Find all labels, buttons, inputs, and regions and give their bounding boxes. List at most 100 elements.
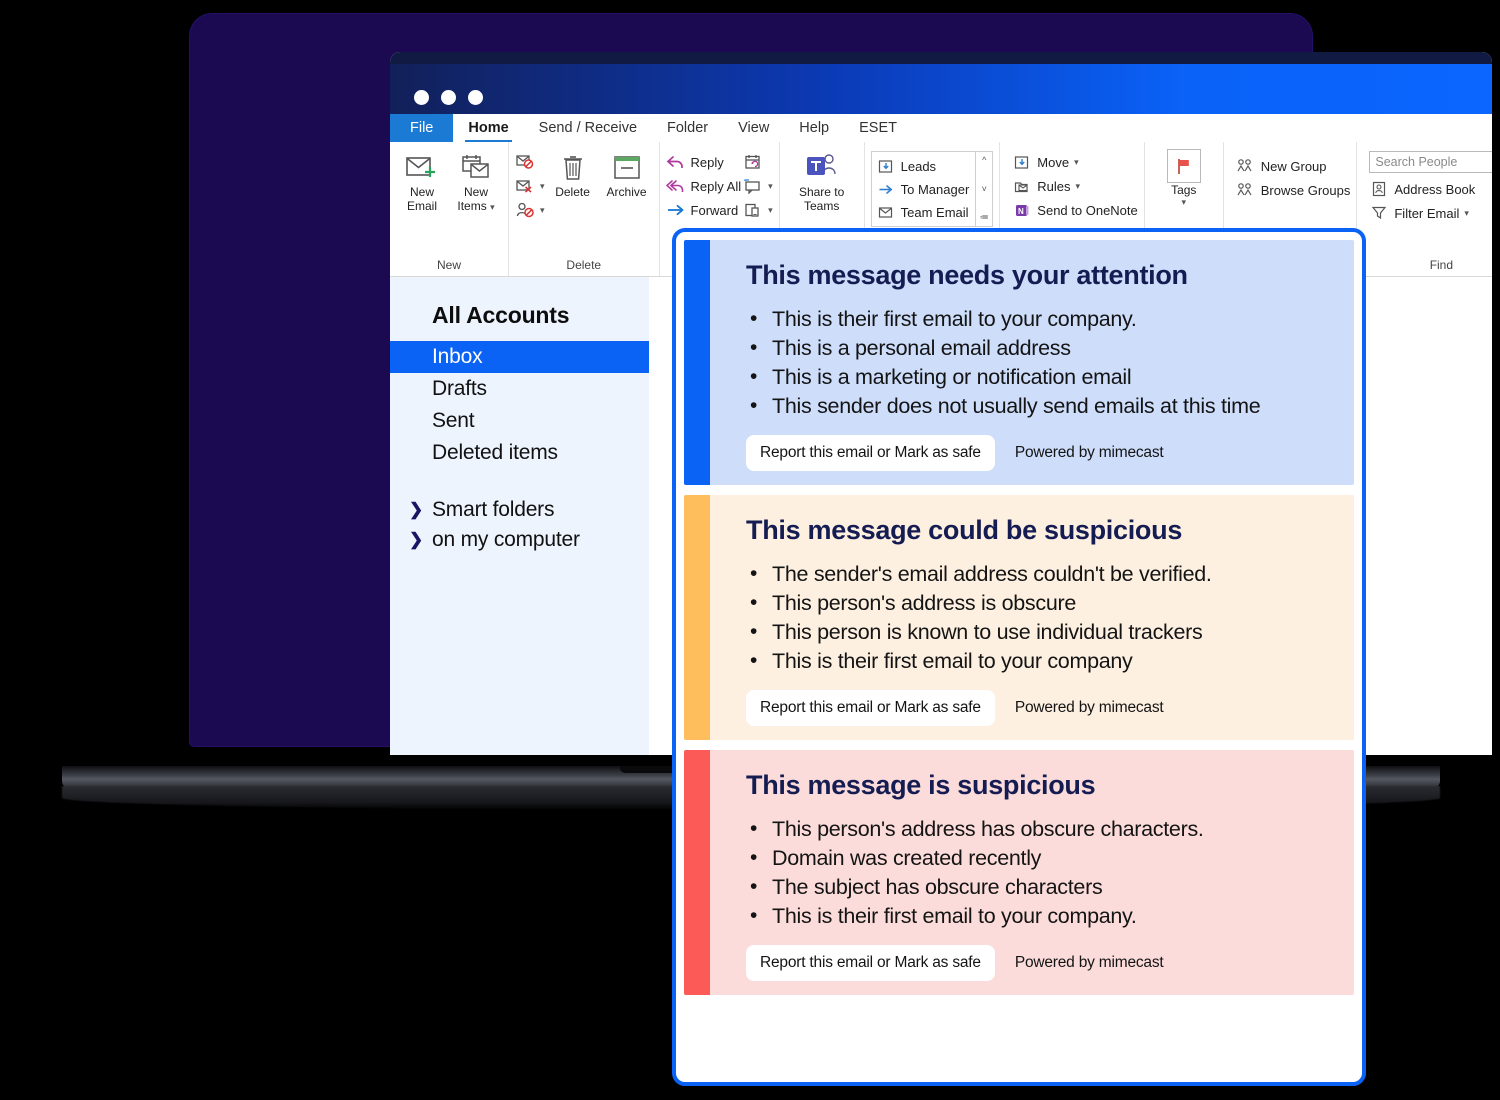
- new-email-icon: [405, 151, 439, 185]
- search-people-input[interactable]: Search People: [1369, 151, 1492, 173]
- sidebar-item-smart-folders[interactable]: ❯ Smart folders: [390, 495, 649, 525]
- chevron-right-icon[interactable]: ❯: [408, 530, 424, 550]
- report-or-mark-safe-button[interactable]: Report this email or Mark as safe: [746, 690, 995, 726]
- delete-label: Delete: [555, 185, 590, 199]
- reply-all-label: Reply All: [690, 178, 742, 194]
- alert-accent-bar: [684, 495, 710, 740]
- alert-card-footer: Report this email or Mark as safe Powere…: [746, 945, 1332, 981]
- clean-up-caret-icon[interactable]: ▾: [540, 181, 545, 192]
- scroll-up-icon[interactable]: ^: [982, 155, 986, 165]
- quick-steps-scrollbar[interactable]: ^ ˅ ≔: [975, 152, 992, 226]
- trash-icon: [560, 151, 586, 185]
- close-button[interactable]: [414, 90, 429, 105]
- list-item: This person is known to use individual t…: [746, 617, 1332, 647]
- send-to-onenote-button[interactable]: N Send to OneNote: [1012, 199, 1138, 221]
- more-respond-caret-icon[interactable]: ▾: [768, 205, 773, 216]
- minimize-button[interactable]: [441, 90, 456, 105]
- clean-up-icon: [515, 178, 535, 194]
- alert-reason-list: This person's address has obscure charac…: [746, 814, 1332, 931]
- chevron-right-icon[interactable]: ❯: [408, 500, 424, 520]
- reply-arrow-icon: [666, 154, 686, 170]
- ribbon-group-new: New Email New Items ▾ New: [390, 142, 509, 276]
- list-item: This is their first email to your compan…: [746, 646, 1332, 676]
- sidebar-item-inbox[interactable]: Inbox: [390, 341, 649, 373]
- share-to-teams-label-1: Share to: [798, 185, 845, 199]
- reply-with-im-button[interactable]: ▾: [743, 175, 773, 197]
- new-group-button[interactable]: New Group: [1236, 155, 1351, 177]
- ribbon-group-delete: ▾ ▾ Delete Archive Delete: [509, 142, 660, 276]
- scroll-down-icon[interactable]: ˅: [982, 184, 987, 194]
- flag-icon: [1166, 149, 1201, 183]
- sidebar-item-sent[interactable]: Sent: [390, 405, 649, 437]
- delete-button[interactable]: Delete: [547, 149, 599, 199]
- share-to-teams-button[interactable]: Share to Teams: [787, 149, 857, 213]
- junk-icon: [515, 202, 535, 218]
- alert-card-footer: Report this email or Mark as safe Powere…: [746, 435, 1332, 471]
- tags-caret-icon[interactable]: ▾: [1182, 197, 1187, 208]
- tags-button[interactable]: Tags ▾: [1155, 149, 1213, 208]
- quick-step-team-email[interactable]: Team Email: [876, 201, 970, 223]
- ribbon-group-find-label: Find: [1429, 258, 1454, 272]
- new-items-button[interactable]: New Items ▾: [450, 149, 502, 214]
- filter-email-caret-icon[interactable]: ▾: [1464, 208, 1469, 219]
- scroll-more-icon[interactable]: ≔: [980, 212, 989, 223]
- junk-button[interactable]: ▾: [515, 199, 545, 221]
- maximize-button[interactable]: [468, 90, 483, 105]
- report-or-mark-safe-button[interactable]: Report this email or Mark as safe: [746, 435, 995, 471]
- tags-label: Tags: [1171, 183, 1197, 197]
- rules-caret-icon[interactable]: ▾: [1076, 181, 1081, 192]
- meeting-button[interactable]: [743, 151, 773, 173]
- send-to-onenote-label: Send to OneNote: [1037, 202, 1138, 218]
- reply-all-button[interactable]: Reply All: [666, 175, 742, 197]
- alert-card-title: This message needs your attention: [746, 260, 1188, 290]
- ignore-button[interactable]: [515, 151, 545, 173]
- new-email-button[interactable]: New Email: [396, 149, 448, 213]
- more-respond-button[interactable]: ▾: [743, 199, 773, 221]
- alert-card-footer: Report this email or Mark as safe Powere…: [746, 690, 1332, 726]
- tab-help[interactable]: Help: [784, 114, 844, 142]
- alert-accent-bar: [684, 240, 710, 485]
- sidebar-item-deleted-items[interactable]: Deleted items: [390, 437, 649, 469]
- tab-send-receive[interactable]: Send / Receive: [524, 114, 652, 142]
- rules-button[interactable]: Rules ▾: [1012, 175, 1137, 197]
- tab-file[interactable]: File: [390, 114, 454, 142]
- sidebar-item-on-my-computer[interactable]: ❯ on my computer: [390, 525, 649, 555]
- list-item: This person's address has obscure charac…: [746, 814, 1332, 844]
- screenshot-stage: File Home Send / Receive Folder View Hel…: [0, 0, 1500, 1100]
- sidebar-item-smart-folders-label: Smart folders: [432, 498, 555, 521]
- junk-caret-icon[interactable]: ▾: [540, 205, 545, 216]
- clean-up-button[interactable]: ▾: [515, 175, 545, 197]
- more-respond-icon: [743, 202, 763, 218]
- forward-button[interactable]: Forward: [666, 199, 742, 221]
- ribbon-group-delete-label: Delete: [566, 258, 602, 272]
- move-button[interactable]: Move ▾: [1012, 151, 1137, 173]
- filter-email-button[interactable]: Filter Email ▾: [1369, 202, 1492, 224]
- move-caret-icon[interactable]: ▾: [1074, 157, 1079, 168]
- teams-icon: [804, 151, 840, 185]
- address-book-button[interactable]: Address Book: [1369, 178, 1492, 200]
- archive-button[interactable]: Archive: [601, 149, 653, 199]
- list-item: The sender's email address couldn't be v…: [746, 559, 1332, 589]
- sidebar-item-drafts[interactable]: Drafts: [390, 373, 649, 405]
- ribbon-tabbar[interactable]: File Home Send / Receive Folder View Hel…: [390, 114, 1492, 142]
- reply-button[interactable]: Reply: [666, 151, 742, 173]
- tab-view[interactable]: View: [723, 114, 784, 142]
- reply-label: Reply: [690, 154, 724, 170]
- browse-groups-button[interactable]: Browse Groups: [1236, 179, 1350, 201]
- find-buttons: Search People Address Book Filter Email …: [1363, 149, 1492, 224]
- quick-steps-gallery[interactable]: Leads To Manager Team Email ^ ˅ ≔: [870, 151, 994, 227]
- tab-eset[interactable]: ESET: [844, 114, 912, 142]
- quick-step-leads[interactable]: Leads: [876, 155, 970, 177]
- reply-with-im-caret-icon[interactable]: ▾: [768, 181, 773, 192]
- report-or-mark-safe-button[interactable]: Report this email or Mark as safe: [746, 945, 995, 981]
- alert-reason-list: The sender's email address couldn't be v…: [746, 559, 1332, 676]
- quick-step-to-manager[interactable]: To Manager: [876, 178, 969, 200]
- alert-card-suspicious: This message is suspicious This person's…: [684, 750, 1354, 995]
- new-items-label-1: New: [463, 185, 488, 199]
- envelope-icon: [876, 205, 896, 220]
- new-items-icon: [459, 151, 493, 185]
- window-controls[interactable]: [414, 90, 483, 105]
- tab-folder[interactable]: Folder: [652, 114, 723, 142]
- tab-home[interactable]: Home: [453, 114, 523, 142]
- forward-arrow-icon: [876, 182, 896, 197]
